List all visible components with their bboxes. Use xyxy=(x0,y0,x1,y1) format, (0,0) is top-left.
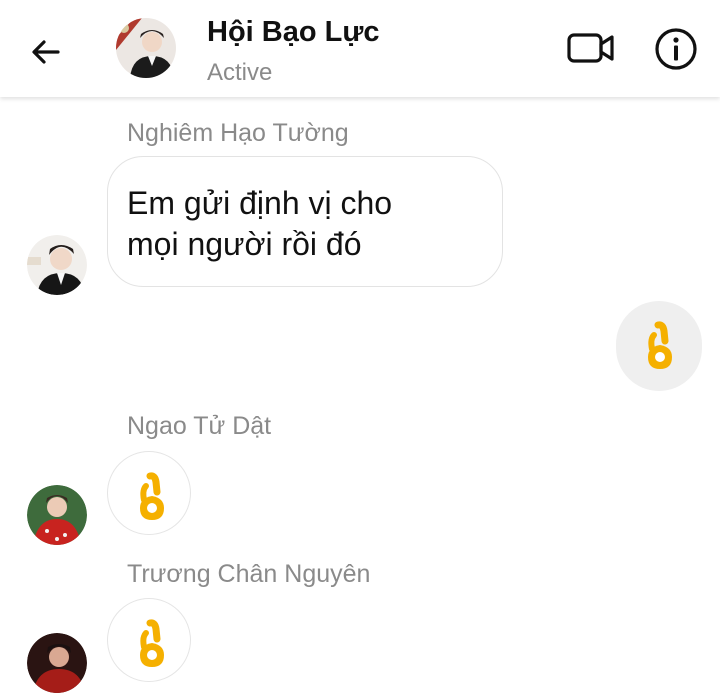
chat-header: Hội Bạo Lực Active xyxy=(0,0,720,97)
conversation-title: Hội Bạo Lực xyxy=(207,16,380,48)
ok-hand-icon xyxy=(648,321,672,369)
sender-avatar[interactable] xyxy=(27,235,87,295)
sender-name: Nghiêm Hạo Tường xyxy=(127,119,349,147)
sender-name: Ngao Tử Dật xyxy=(127,412,272,440)
emoji-bubble[interactable] xyxy=(107,451,191,535)
sent-emoji-bubble[interactable] xyxy=(616,301,702,391)
message-text: Em gửi định vị cho mọi người rồi đó xyxy=(127,185,393,262)
sender-avatar[interactable] xyxy=(27,485,87,545)
video-call-icon[interactable] xyxy=(566,28,616,68)
emoji-bubble[interactable] xyxy=(107,598,191,682)
group-avatar[interactable] xyxy=(116,18,176,78)
message-bubble[interactable]: Em gửi định vị cho mọi người rồi đó xyxy=(107,156,503,287)
sender-name: Trương Chân Nguyên xyxy=(127,560,371,588)
back-arrow-icon[interactable] xyxy=(28,34,64,70)
info-icon[interactable] xyxy=(653,26,699,72)
ok-hand-icon xyxy=(140,619,164,667)
active-status: Active xyxy=(207,59,273,86)
ok-hand-icon xyxy=(140,472,164,520)
sender-avatar[interactable] xyxy=(27,633,87,693)
